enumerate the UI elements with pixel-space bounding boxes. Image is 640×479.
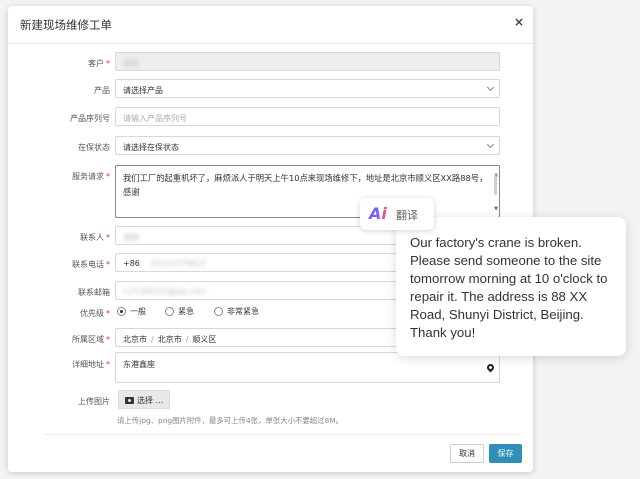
phone-prefix: +86: [123, 259, 140, 268]
upload-hint: 请上传jpg、png图片附件，最多可上传4张，单张大小不要超过8M。: [117, 416, 344, 425]
radio-unchecked-icon: [165, 307, 174, 316]
address-label: 详细地址 *: [72, 360, 110, 369]
footer-divider: [44, 434, 518, 435]
translation-popup: Our factory's crane is broken. Please se…: [396, 217, 626, 356]
serial-label: 产品序列号: [70, 114, 110, 123]
map-pin-icon[interactable]: [485, 362, 496, 373]
region-label: 所属区域 *: [72, 335, 110, 344]
cancel-button[interactable]: 取消: [450, 444, 484, 463]
dialog-header: 新建现场维修工单 ×: [8, 6, 533, 44]
customer-label: 客户 *: [88, 59, 110, 68]
priority-option-urgent[interactable]: 紧急: [165, 306, 194, 317]
upload-label: 上传图片: [78, 397, 110, 406]
customer-field: 湖南: [115, 52, 500, 71]
phone-label: 联系电话 *: [72, 260, 110, 269]
chevron-down-icon: [486, 83, 495, 92]
radio-checked-icon: [117, 307, 126, 316]
serial-input[interactable]: 请输入产品序列号: [115, 107, 500, 126]
ai-logo-icon: Ai: [369, 204, 387, 223]
scroll-down-arrow[interactable]: ▼: [494, 202, 498, 216]
contact-label: 联系人 *: [80, 233, 110, 242]
service-label: 服务请求 *: [72, 172, 110, 181]
product-select[interactable]: 请选择产品: [115, 79, 500, 98]
address-input[interactable]: 东港鑫座: [115, 352, 500, 383]
warranty-select[interactable]: 请选择在保状态: [115, 136, 500, 155]
priority-option-very-urgent[interactable]: 非常紧急: [214, 306, 259, 317]
scrollbar-thumb[interactable]: [494, 175, 497, 195]
service-request-text: 我们工厂的起重机坏了，麻烦派人于明天上午10点来现场维修下，地址是北京市顺义区X…: [123, 173, 488, 197]
save-button[interactable]: 保存: [489, 444, 522, 463]
translate-label: 翻译: [396, 209, 418, 222]
camera-icon: [125, 397, 134, 404]
radio-unchecked-icon: [214, 307, 223, 316]
service-request-textarea[interactable]: 我们工厂的起重机坏了，麻烦派人于明天上午10点来现场维修下，地址是北京市顺义区X…: [115, 165, 500, 218]
email-label: 联系邮箱: [78, 288, 110, 297]
dialog-title: 新建现场维修工单: [20, 18, 112, 32]
product-label: 产品: [94, 86, 110, 95]
choose-file-button[interactable]: 选择 ...: [118, 390, 170, 409]
priority-label: 优先级 *: [80, 309, 110, 318]
priority-option-normal[interactable]: 一般: [117, 306, 146, 317]
translation-text: Our factory's crane is broken. Please se…: [410, 235, 608, 341]
warranty-label: 在保状态: [78, 143, 110, 152]
chevron-down-icon: [486, 140, 495, 149]
translate-badge[interactable]: Ai 翻译: [360, 198, 434, 230]
close-icon[interactable]: ×: [514, 15, 524, 29]
